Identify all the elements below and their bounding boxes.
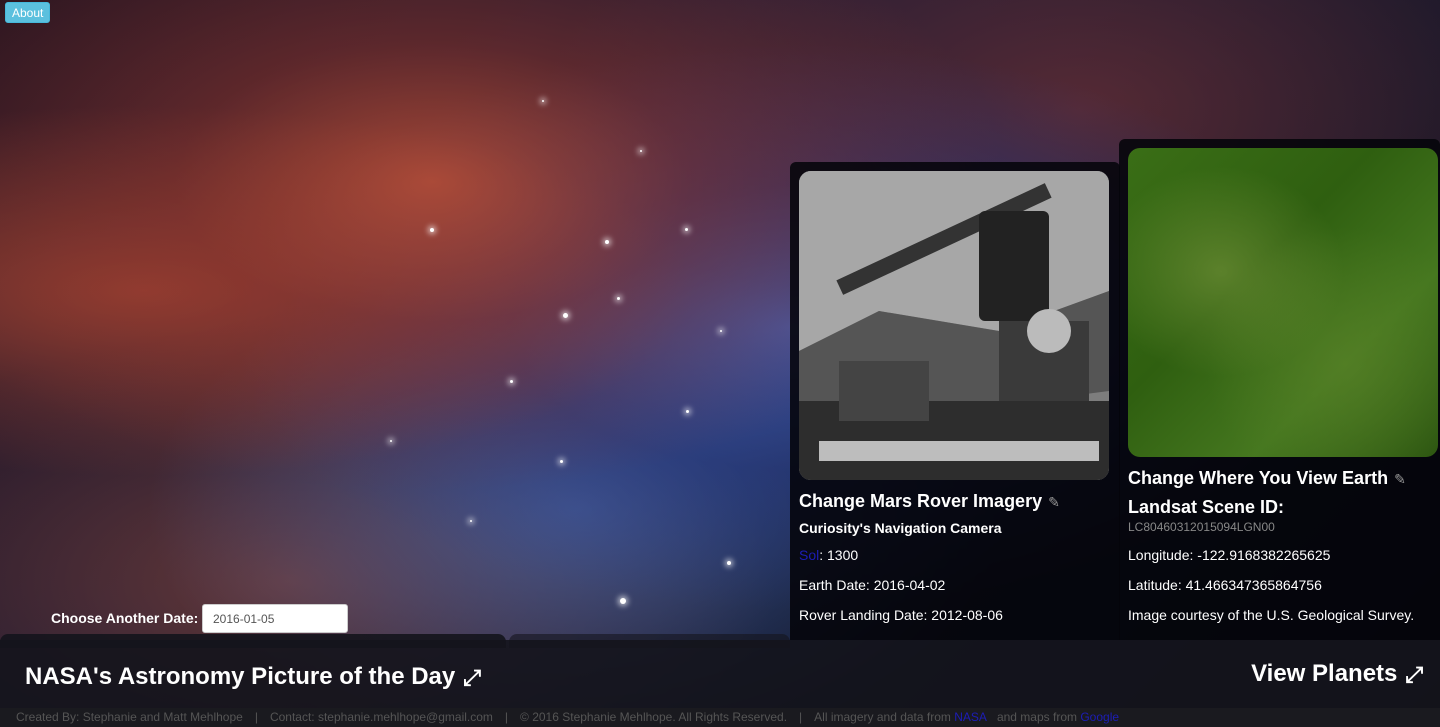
earth-landsat-panel: Change Where You View Earth ✎ Landsat Sce… bbox=[1119, 139, 1440, 640]
footer-created-by: Created By: Stephanie and Matt Mehlhope bbox=[16, 710, 243, 724]
usgs-credit: Image courtesy of the U.S. Geological Su… bbox=[1128, 607, 1415, 623]
footer-separator: | bbox=[799, 710, 803, 724]
sol-value: : 1300 bbox=[819, 547, 859, 563]
view-planets-label[interactable]: View Planets bbox=[1251, 660, 1397, 687]
apod-title-text[interactable]: NASA's Astronomy Picture of the Day bbox=[25, 663, 455, 690]
mars-heading[interactable]: Change Mars Rover Imagery ✎ bbox=[799, 491, 1060, 512]
footer-imagery-text: All imagery and data from bbox=[814, 710, 951, 724]
footer-contact: Contact: stephanie.mehlhope@gmail.com bbox=[269, 710, 493, 724]
about-button[interactable]: About bbox=[5, 2, 51, 23]
footer-copyright: © 2016 Stephanie Mehlhope. All Rights Re… bbox=[520, 710, 788, 724]
date-picker-input[interactable] bbox=[202, 604, 348, 633]
mars-sol: Sol: 1300 bbox=[799, 547, 858, 563]
landsat-scene-label: Landsat Scene ID: bbox=[1128, 497, 1285, 517]
mars-earth-date: Earth Date: 2016-04-02 bbox=[799, 577, 946, 593]
pencil-icon[interactable]: ✎ bbox=[1394, 471, 1406, 488]
mars-rover-image[interactable] bbox=[799, 171, 1109, 480]
nebula-starfield bbox=[0, 0, 790, 640]
earth-landsat-image[interactable] bbox=[1128, 148, 1438, 457]
date-picker-label: Choose Another Date: bbox=[51, 610, 199, 626]
footer-maps-text: and maps from bbox=[996, 710, 1077, 724]
google-link[interactable]: Google bbox=[1080, 710, 1119, 724]
mars-camera: Curiosity's Navigation Camera bbox=[799, 520, 1002, 536]
sol-link[interactable]: Sol bbox=[799, 547, 819, 563]
earth-latitude: Latitude: 41.466347365864756 bbox=[1128, 577, 1322, 593]
mars-heading-text[interactable]: Change Mars Rover Imagery bbox=[799, 491, 1042, 511]
earth-longitude: Longitude: -122.9168382265625 bbox=[1128, 547, 1331, 563]
footer-separator: | bbox=[254, 710, 258, 724]
view-planets-button[interactable]: View Planets ⤢ bbox=[1251, 660, 1423, 688]
apod-title[interactable]: NASA's Astronomy Picture of the Day ⤢ bbox=[25, 663, 481, 691]
nasa-link[interactable]: NASA bbox=[954, 710, 987, 724]
mars-landing-date: Rover Landing Date: 2012-08-06 bbox=[799, 607, 1003, 623]
expand-arrows-icon[interactable]: ⤢ bbox=[1405, 662, 1423, 688]
footer-separator: | bbox=[504, 710, 509, 724]
footer: Created By: Stephanie and Matt Mehlhope |… bbox=[0, 708, 1440, 727]
landsat-scene-id: LC80460312015094LGN00 bbox=[1128, 520, 1275, 534]
pencil-icon[interactable]: ✎ bbox=[1048, 494, 1060, 511]
expand-arrows-icon[interactable]: ⤢ bbox=[463, 665, 481, 691]
mars-rover-panel: Change Mars Rover Imagery ✎ Curiosity's N… bbox=[790, 162, 1120, 640]
earth-heading[interactable]: Change Where You View Earth ✎ bbox=[1128, 468, 1406, 489]
earth-heading-text[interactable]: Change Where You View Earth bbox=[1128, 468, 1388, 488]
